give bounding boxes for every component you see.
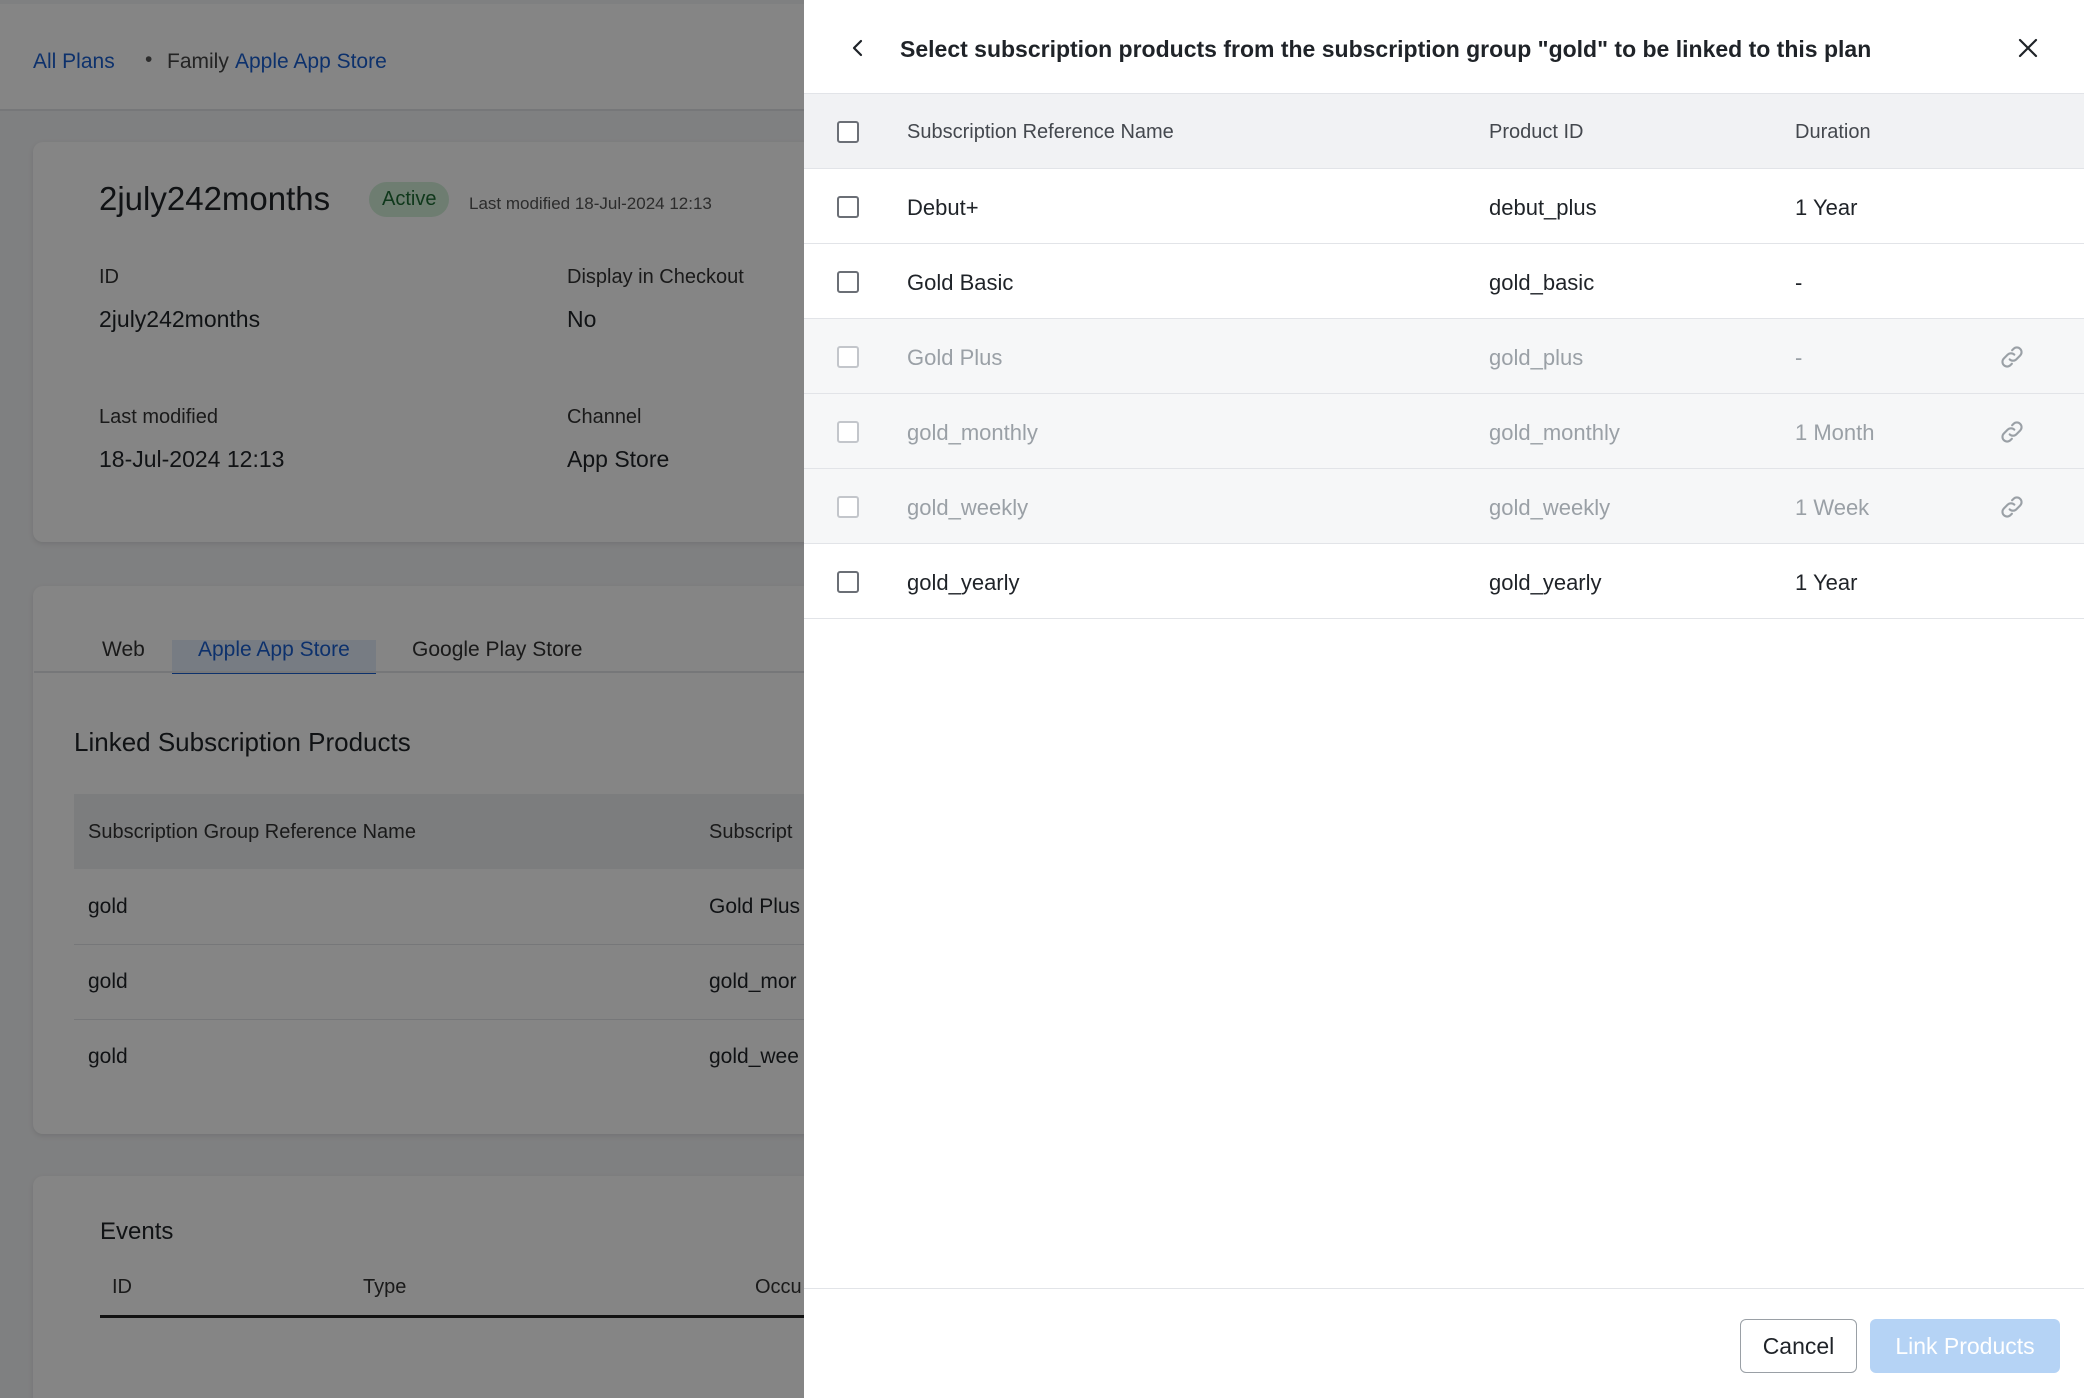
row-name: gold_monthly [907, 420, 1038, 445]
row-checkbox [837, 421, 859, 443]
table-row[interactable]: Gold Basic gold_basic - [804, 244, 2084, 319]
table-row[interactable]: Debut+ debut_plus 1 Year [804, 169, 2084, 244]
row-checkbox[interactable] [837, 571, 859, 593]
table-row[interactable]: gold_yearly gold_yearly 1 Year [804, 544, 2084, 619]
products-table: Subscription Reference Name Product ID D… [804, 94, 2084, 619]
row-checkbox [837, 496, 859, 518]
row-product-id: gold_yearly [1489, 570, 1602, 595]
drawer-footer: Cancel Link Products [804, 1288, 2084, 1398]
products-table-header: Subscription Reference Name Product ID D… [804, 94, 2084, 169]
row-product-id: gold_weekly [1489, 495, 1611, 520]
select-products-drawer: Select subscription products from the su… [804, 0, 2084, 1398]
row-name: gold_weekly [907, 495, 1029, 520]
row-product-id: gold_plus [1489, 345, 1584, 370]
back-button[interactable] [840, 30, 876, 66]
row-duration: - [1795, 270, 1803, 295]
header-product-id: Product ID [1489, 121, 1584, 143]
link-icon [2001, 346, 2023, 368]
close-icon [2018, 38, 2038, 58]
close-button[interactable] [2010, 30, 2046, 66]
link-icon [2001, 496, 2023, 518]
select-all-checkbox[interactable] [837, 121, 859, 143]
row-duration: - [1795, 345, 1803, 370]
row-duration: 1 Week [1795, 495, 1870, 520]
row-name: Gold Basic [907, 270, 1014, 295]
cancel-button[interactable]: Cancel [1740, 1319, 1857, 1373]
row-name: Debut+ [907, 195, 979, 220]
row-name: Gold Plus [907, 345, 1003, 370]
row-checkbox[interactable] [837, 196, 859, 218]
row-product-id: gold_monthly [1489, 420, 1620, 445]
table-row: gold_weekly gold_weekly 1 Week [804, 469, 2084, 544]
table-row: gold_monthly gold_monthly 1 Month [804, 394, 2084, 469]
row-duration: 1 Year [1795, 570, 1858, 595]
drawer-header: Select subscription products from the su… [804, 0, 2084, 94]
row-checkbox [837, 346, 859, 368]
row-product-id: debut_plus [1489, 195, 1597, 220]
link-icon [2001, 421, 2023, 443]
header-duration: Duration [1795, 121, 1871, 143]
row-duration: 1 Year [1795, 195, 1858, 220]
header-name: Subscription Reference Name [907, 121, 1174, 143]
chevron-left-icon [852, 39, 863, 57]
row-checkbox[interactable] [837, 271, 859, 293]
row-duration: 1 Month [1795, 420, 1875, 445]
table-row: Gold Plus gold_plus - [804, 319, 2084, 394]
link-products-button[interactable]: Link Products [1870, 1319, 2060, 1373]
row-name: gold_yearly [907, 570, 1020, 595]
row-product-id: gold_basic [1489, 270, 1595, 295]
drawer-title: Select subscription products from the su… [900, 36, 1872, 62]
